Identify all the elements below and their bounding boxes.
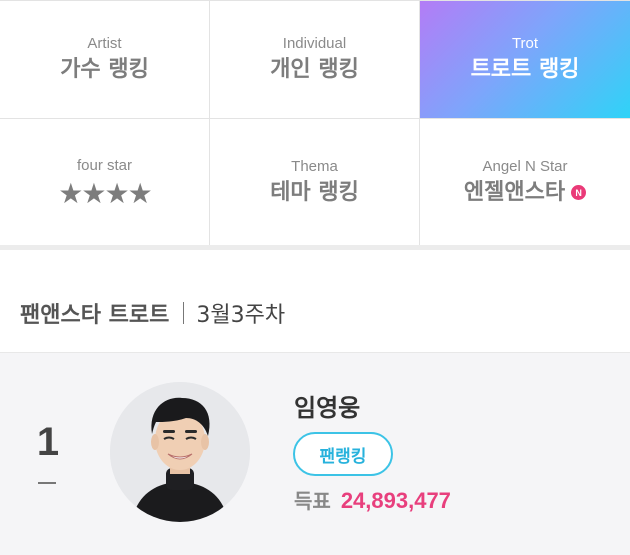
category-thema-en: Thema: [291, 157, 338, 175]
category-four-star-en: four star: [76, 156, 133, 174]
rank-number: 1: [36, 420, 60, 464]
category-trot-ko: 트로트 랭킹: [470, 56, 580, 82]
category-individual-ko: 개인 랭킹: [270, 56, 359, 82]
category-angel-ko-wrap: 엔젤앤스타 N: [463, 178, 587, 208]
new-badge-icon: N: [571, 185, 587, 200]
section-title: 팬앤스타 트로트: [20, 303, 170, 328]
four-star-icon: ★★★★: [58, 176, 152, 210]
category-artist[interactable]: Artist 가수 랭킹: [0, 1, 210, 119]
category-angel-en: Angel N Star: [482, 157, 568, 175]
category-trot-en: Trot: [511, 34, 539, 52]
section-week: 3월3주차: [196, 303, 286, 328]
avatar-image: [110, 382, 250, 522]
votes-value: 24,893,477: [340, 488, 451, 513]
ranking-category-grid: Artist 가수 랭킹 Individual 개인 랭킹 Trot 트로트 랭…: [0, 0, 630, 246]
section-separator: [0, 245, 630, 250]
votes-label: 득표: [294, 489, 331, 513]
category-four-star[interactable]: four star ★★★★: [0, 119, 210, 246]
category-artist-en: Artist: [87, 34, 122, 52]
category-angel-n-star[interactable]: Angel N Star 엔젤앤스타 N: [420, 119, 630, 246]
category-trot-active[interactable]: Trot 트로트 랭킹: [420, 1, 630, 119]
category-artist-ko: 가수 랭킹: [60, 56, 149, 82]
section-heading: 팬앤스타 트로트 3월3주차: [20, 296, 285, 330]
artist-name: 임영웅: [294, 394, 361, 422]
category-angel-ko: 엔젤앤스타: [463, 179, 566, 205]
vote-count: 득표 24,893,477: [294, 486, 451, 516]
category-individual[interactable]: Individual 개인 랭킹: [210, 1, 420, 119]
fan-ranking-button[interactable]: 팬랭킹: [293, 432, 393, 476]
category-thema-ko: 테마 랭킹: [270, 179, 359, 205]
artist-avatar[interactable]: [110, 382, 250, 522]
category-thema[interactable]: Thema 테마 랭킹: [210, 119, 420, 246]
category-individual-en: Individual: [282, 34, 347, 52]
title-divider: [183, 302, 185, 324]
dash-icon: [38, 482, 56, 484]
